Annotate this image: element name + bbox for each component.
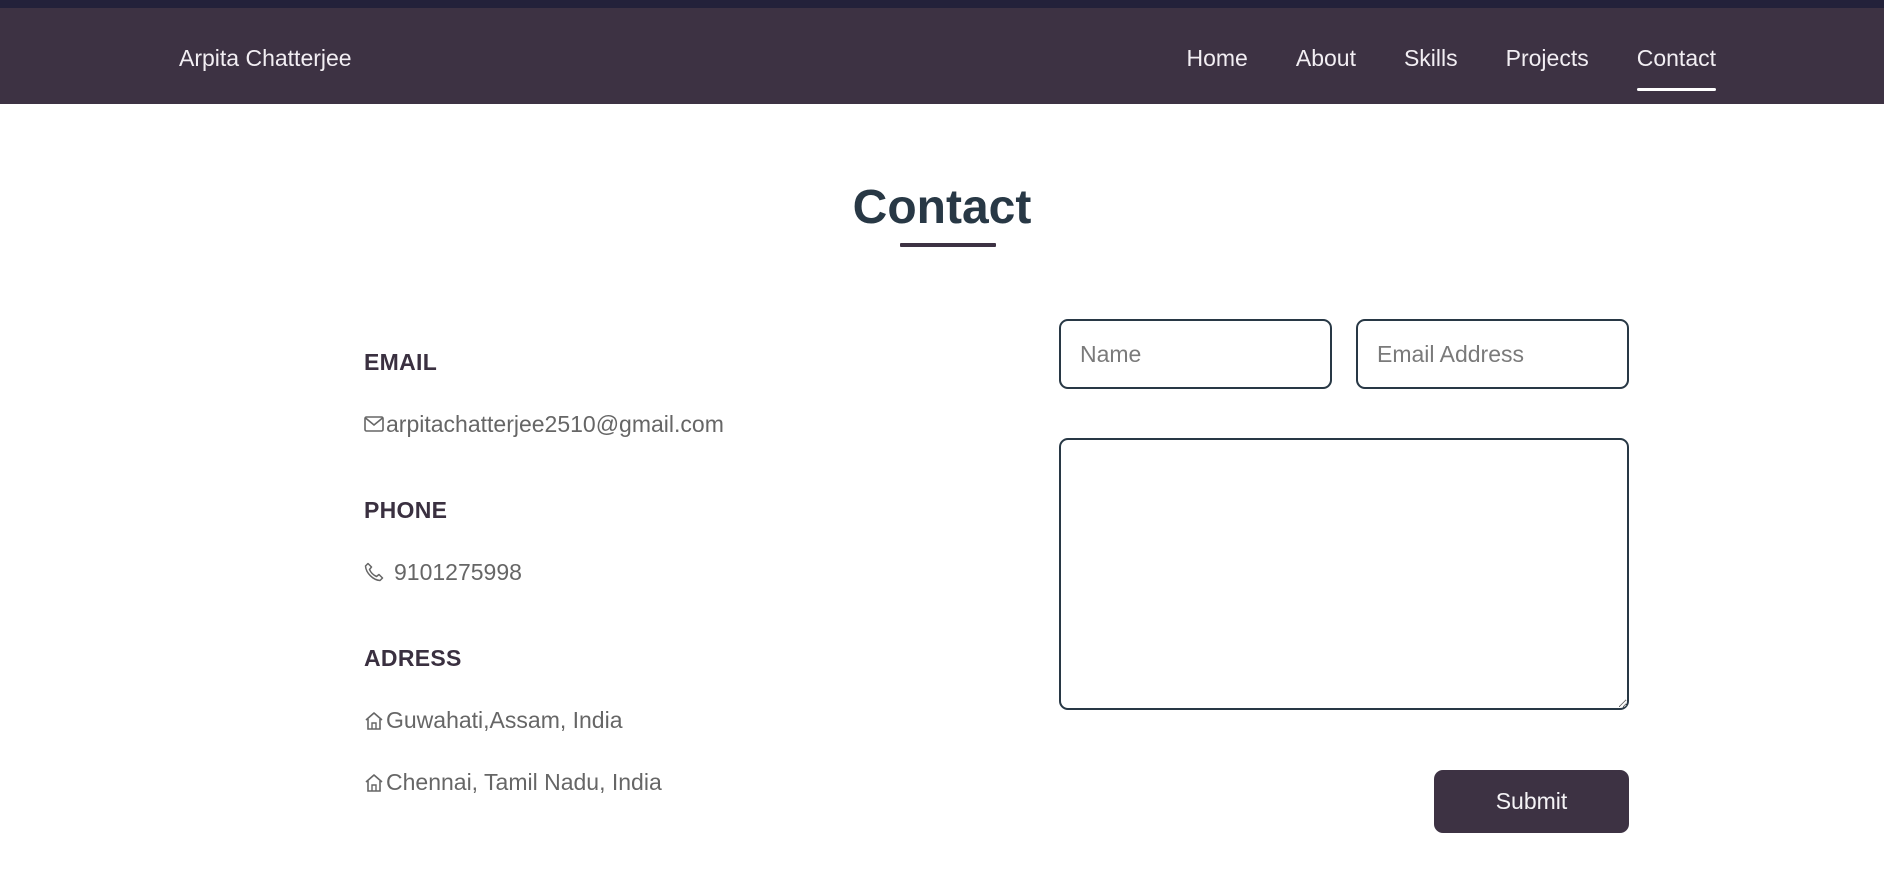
email-heading: EMAIL xyxy=(364,349,438,375)
nav-item-projects[interactable]: Projects xyxy=(1506,45,1589,71)
phone-icon xyxy=(364,559,394,585)
nav-item-skills[interactable]: Skills xyxy=(1404,45,1458,71)
nav-item-contact[interactable]: Contact xyxy=(1636,45,1717,91)
title-underline xyxy=(900,243,996,247)
address-value-2: Chennai, Tamil Nadu, India xyxy=(386,769,662,795)
email-line: arpitachatterjee2510@gmail.com xyxy=(364,411,724,437)
submit-button[interactable]: Submit xyxy=(1434,770,1629,833)
phone-line: 9101275998 xyxy=(364,559,522,585)
nav-menu: Home About Skills Projects Contact xyxy=(1187,45,1717,91)
top-strip xyxy=(0,0,1884,8)
nav-item-home[interactable]: Home xyxy=(1187,45,1248,71)
email-value[interactable]: arpitachatterjee2510@gmail.com xyxy=(386,411,724,437)
brand-name[interactable]: Arpita Chatterjee xyxy=(179,45,352,71)
page-title: Contact xyxy=(852,181,1032,234)
address-heading: ADRESS xyxy=(364,645,462,671)
phone-heading: PHONE xyxy=(364,497,448,523)
phone-value[interactable]: 9101275998 xyxy=(394,559,522,585)
navbar: Arpita Chatterjee Home About Skills Proj… xyxy=(0,8,1884,104)
nav-item-about[interactable]: About xyxy=(1296,45,1356,71)
message-textarea[interactable] xyxy=(1059,438,1629,710)
home-icon xyxy=(364,769,386,795)
mail-icon xyxy=(364,411,386,437)
address-line-2: Chennai, Tamil Nadu, India xyxy=(364,769,662,795)
address-value-1: Guwahati,Assam, India xyxy=(386,707,623,733)
home-icon xyxy=(364,707,386,733)
name-input[interactable] xyxy=(1059,319,1332,389)
email-input[interactable] xyxy=(1356,319,1629,389)
address-line-1: Guwahati,Assam, India xyxy=(364,707,623,733)
